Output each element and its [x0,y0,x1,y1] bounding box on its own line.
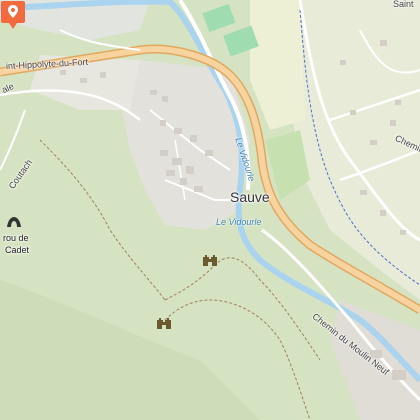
place-name: Sauve [230,189,270,205]
river-label-2: Le Vidourle [216,217,262,227]
cave-icon[interactable] [6,216,22,228]
cave-label-line1: rou de [3,233,29,243]
road-label-topright: Saint [393,0,414,9]
map-canvas[interactable]: int-Hippolyte-du-Fort Saint ale Coutach … [0,0,420,420]
castle-ruin-icon-2[interactable] [156,317,172,329]
castle-ruin-icon[interactable] [202,254,218,266]
cave-label-line2: Cadet [5,245,30,255]
map-pin-icon[interactable] [0,0,26,30]
